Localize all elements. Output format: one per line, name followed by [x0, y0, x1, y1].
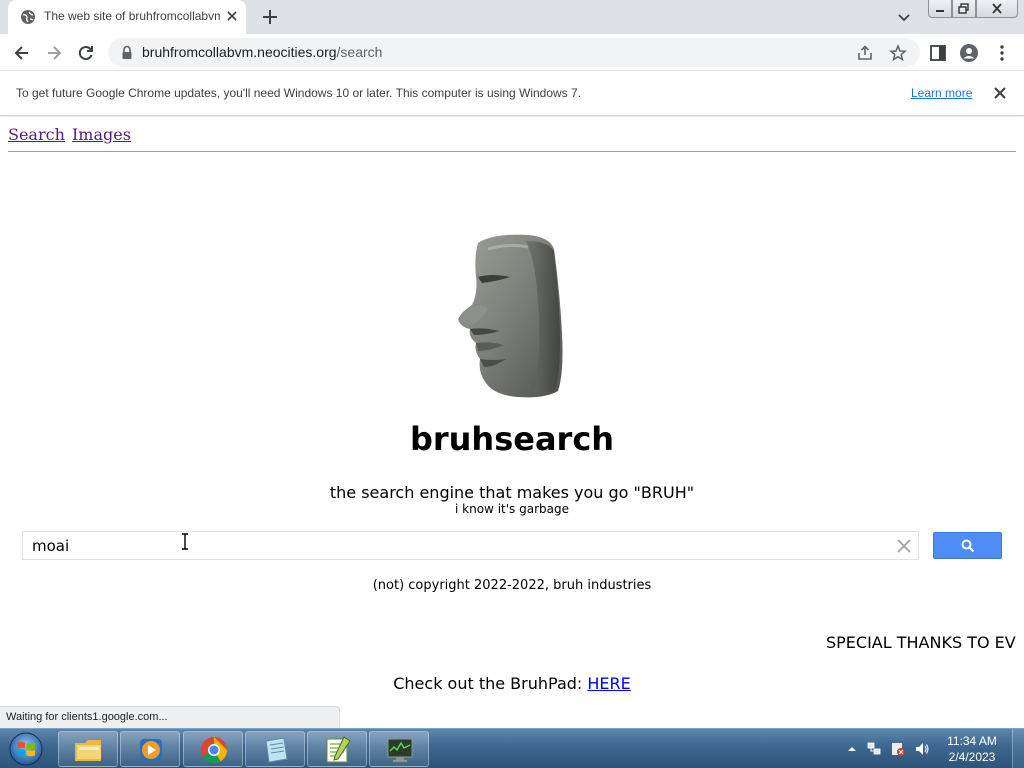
profile-icon[interactable]: [959, 43, 979, 63]
show-desktop-button[interactable]: [1012, 729, 1024, 768]
share-icon[interactable]: [856, 44, 874, 62]
minimize-icon: [936, 10, 944, 12]
folder-icon: [75, 740, 101, 761]
horizontal-rule: [8, 151, 1016, 152]
tray-network-icon[interactable]: [866, 741, 882, 757]
search-input[interactable]: [23, 532, 893, 559]
taskbar-notepad-button[interactable]: [245, 731, 305, 767]
notepad-plus-plus-icon: [326, 736, 351, 763]
windows-taskbar: 11:34 AM 2/4/2023: [0, 728, 1024, 768]
restore-icon: [958, 3, 969, 14]
taskbar-media-player-button[interactable]: [120, 731, 180, 767]
tab-search-chevron-down-icon[interactable]: [895, 8, 913, 26]
taskbar-notepadpp-button[interactable]: [307, 731, 367, 767]
side-panel-icon[interactable]: [928, 43, 948, 63]
nav-link-images[interactable]: Images: [72, 125, 131, 144]
windows-start-icon[interactable]: [4, 731, 48, 767]
star-icon[interactable]: [889, 44, 907, 62]
top-nav: Search Images: [8, 125, 133, 144]
tray-expand-chevron-icon[interactable]: [844, 741, 860, 757]
url-text[interactable]: bruhfromcollabvm.neocities.org/search: [142, 44, 382, 60]
taskbar-explorer-button[interactable]: [58, 731, 118, 767]
chrome-icon: [201, 737, 228, 764]
tray-volume-icon[interactable]: [914, 741, 930, 757]
bruhpad-text: Check out the BruhPad:: [393, 674, 588, 693]
web-page: Search Images bruhsearch the search engi…: [0, 117, 1024, 728]
globe-icon: [21, 10, 35, 24]
special-thanks-marquee: SPECIAL THANKS TO EVERYONE: [826, 633, 1016, 652]
clear-search-icon[interactable]: [896, 538, 912, 554]
url-path: /search: [336, 44, 383, 60]
status-bubble: Waiting for clients1.google.com...: [0, 706, 340, 728]
clock-time: 11:34 AM: [947, 734, 997, 748]
tray-action-center-icon[interactable]: [890, 741, 906, 757]
bruhpad-link[interactable]: HERE: [587, 674, 630, 693]
magnifier-icon: [961, 539, 975, 553]
browser-toolbar: bruhfromcollabvm.neocities.org/search: [0, 34, 1024, 71]
window-restore-button[interactable]: [952, 0, 976, 18]
forward-icon[interactable]: [44, 43, 64, 63]
tab-title: The web site of bruhfromcollabvm: [44, 9, 220, 23]
notepad-icon: [265, 737, 288, 763]
moai-logo-image: [458, 234, 563, 398]
taskbar-task-manager-button[interactable]: [369, 731, 429, 767]
learn-more-link[interactable]: Learn more: [911, 86, 972, 100]
tab-strip: The web site of bruhfromcollabvm: [0, 0, 1024, 34]
site-title: bruhsearch: [409, 420, 615, 458]
url-host: bruhfromcollabvm.neocities.org: [142, 44, 337, 60]
close-icon: [992, 3, 1002, 14]
clock-date: 2/4/2023: [948, 750, 996, 764]
media-player-icon: [140, 739, 162, 761]
infobar-close-icon[interactable]: [992, 85, 1008, 101]
search-button[interactable]: [933, 532, 1002, 559]
nav-link-search[interactable]: Search: [8, 125, 65, 144]
infobar-message: To get future Google Chrome updates, you…: [16, 86, 582, 100]
sub-tagline: i know it's garbage: [455, 502, 569, 516]
taskbar-clock[interactable]: 11:34 AM 2/4/2023: [940, 733, 1004, 765]
copyright-text: (not) copyright 2022-2022, bruh industri…: [372, 578, 652, 593]
tagline: the search engine that makes you go "BRU…: [329, 483, 695, 502]
tab-close-icon[interactable]: [224, 8, 240, 24]
update-infobar: To get future Google Chrome updates, you…: [0, 71, 1024, 116]
browser-tab[interactable]: The web site of bruhfromcollabvm: [8, 0, 246, 34]
kebab-menu-icon[interactable]: [992, 43, 1012, 63]
bruhpad-line: Check out the BruhPad: HERE: [0, 674, 1024, 693]
text-cursor-icon: [182, 533, 188, 550]
search-box: [22, 531, 919, 560]
task-manager-icon: [387, 738, 413, 762]
plus-icon: [263, 10, 277, 24]
window-minimize-button[interactable]: [928, 0, 952, 18]
reload-icon[interactable]: [76, 43, 96, 63]
lock-icon[interactable]: [120, 45, 134, 60]
new-tab-button[interactable]: [258, 5, 282, 29]
back-icon[interactable]: [12, 43, 32, 63]
taskbar-chrome-button[interactable]: [183, 731, 243, 767]
window-close-button[interactable]: [976, 0, 1018, 18]
address-bar[interactable]: bruhfromcollabvm.neocities.org/search: [108, 38, 920, 67]
